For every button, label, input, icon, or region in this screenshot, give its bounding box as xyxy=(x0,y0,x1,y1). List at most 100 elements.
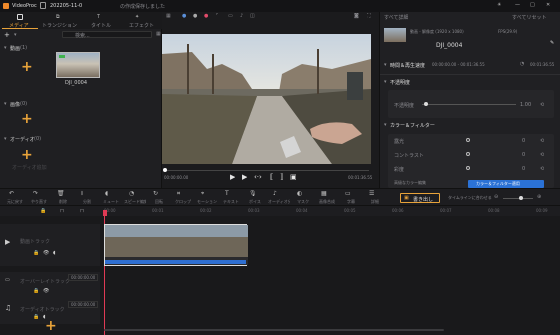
color-edit-link[interactable]: 高級なカラー編集 xyxy=(394,180,426,186)
color-row-value-1[interactable]: 0 xyxy=(522,152,525,158)
toolbar-icon-6[interactable]: ↻ xyxy=(153,190,158,197)
safe-area-icon[interactable]: ▭ xyxy=(228,13,233,19)
video-clip[interactable] xyxy=(104,224,248,266)
preview-progress-knob[interactable] xyxy=(163,168,167,172)
video-frame[interactable] xyxy=(162,34,371,164)
timeline-scrollbar[interactable] xyxy=(104,329,444,331)
tab-effect[interactable]: ✦ エフェクト xyxy=(120,12,160,29)
sun-icon[interactable]: ☀ xyxy=(497,2,501,8)
timeline-ruler[interactable]: 🔒 ⊓ ⊓ 00:00 00:01 00:02 00:03 00:04 00:05 00:0… xyxy=(0,206,560,216)
add-track-button[interactable]: + xyxy=(45,319,57,333)
reset-icon[interactable]: ⟲ xyxy=(540,152,544,158)
speed-icon[interactable]: ◔ xyxy=(520,61,524,67)
chevron-down-icon[interactable]: ▾ xyxy=(4,101,7,107)
add-video-button[interactable]: + xyxy=(21,60,33,74)
record-icon[interactable]: ● xyxy=(204,13,208,19)
video-clip-thumbs xyxy=(105,225,248,265)
toolbar-icon-11[interactable]: ♪ xyxy=(273,190,277,197)
add-audio-button[interactable]: + xyxy=(21,148,33,162)
export-button[interactable]: ▣ 書き出し xyxy=(400,193,440,203)
toolbar-icon-4[interactable]: ◖ xyxy=(105,190,108,197)
reset-all-label[interactable]: すべてリセット xyxy=(512,14,546,21)
lock-icon[interactable]: 🔒 xyxy=(33,250,39,256)
chevron-down-icon[interactable]: ▾ xyxy=(4,136,7,142)
preview-progress-bar[interactable] xyxy=(164,170,369,171)
info-thumbnail xyxy=(384,28,406,42)
eye-icon[interactable]: 👁 xyxy=(43,250,49,256)
zoom-slider-knob[interactable] xyxy=(519,196,523,200)
zoom-slider[interactable] xyxy=(503,198,533,199)
play-icon[interactable]: ▶ xyxy=(230,173,235,181)
export-settings-label[interactable]: すべて詳細 xyxy=(384,14,408,21)
ratio-icon[interactable]: ◫ xyxy=(250,13,255,19)
opacity-slider-knob[interactable] xyxy=(424,102,428,106)
lock-icon[interactable]: 🔒 xyxy=(33,288,39,294)
color-row-value-2[interactable]: 0 xyxy=(522,166,525,172)
project-name[interactable]: 202205-11-0 xyxy=(50,3,82,9)
mark-out-icon[interactable]: ⟧ xyxy=(280,173,283,181)
lock-icon[interactable]: 🔒 xyxy=(33,314,39,320)
edit-clip-icon[interactable]: ✎ xyxy=(550,40,554,46)
color-row-value-0[interactable]: 0 xyxy=(522,138,525,144)
toolbar-icon-15[interactable]: ☰ xyxy=(369,190,374,197)
link-icon[interactable]: ⊓ xyxy=(80,208,84,214)
saturation-slider-knob[interactable] xyxy=(466,166,470,170)
eye-icon[interactable]: 👁 xyxy=(43,288,49,294)
maximize-icon[interactable]: □ xyxy=(530,2,535,8)
fit-timeline-label[interactable]: タイムラインに合わせる xyxy=(448,195,492,201)
minimize-icon[interactable]: — xyxy=(515,2,520,8)
apply-color-button[interactable]: カラー＆フィルター適用 xyxy=(468,180,544,188)
snap-icon[interactable]: ● xyxy=(182,13,186,19)
chevron-down-icon[interactable]: ▾ xyxy=(384,62,387,68)
prev-frame-icon[interactable]: ‹·› xyxy=(254,173,262,181)
fullscreen-icon[interactable]: ⛶ xyxy=(367,13,371,19)
tab-title[interactable]: T タイトル xyxy=(82,12,118,29)
stop-icon[interactable]: ▶ xyxy=(242,173,247,181)
magnet-icon[interactable]: ⊓ xyxy=(60,208,64,214)
tab-transition[interactable]: ⧉ トランジション xyxy=(40,12,80,29)
reset-icon[interactable]: ⟲ xyxy=(540,166,544,172)
chevron-down-icon[interactable]: ▾ xyxy=(14,32,17,38)
toolbar-icon-8[interactable]: ⌖ xyxy=(201,190,204,198)
mute-icon[interactable]: ◖ xyxy=(53,250,56,256)
reset-icon[interactable]: ⟲ xyxy=(540,138,544,144)
opacity-value[interactable]: 1.00 xyxy=(520,102,531,108)
toolbar-icon-12[interactable]: ◐ xyxy=(297,190,302,197)
chevron-down-icon[interactable]: ▾ xyxy=(4,45,7,51)
tab-media[interactable]: メディア xyxy=(2,12,38,29)
opacity-slider[interactable] xyxy=(422,104,516,105)
clip-thumbnail[interactable] xyxy=(56,52,100,78)
zoom-in-icon[interactable]: ⊕ xyxy=(537,194,541,200)
reset-icon[interactable]: ⟲ xyxy=(540,102,544,108)
chevron-down-icon[interactable]: ▾ xyxy=(384,122,387,128)
toolbar-icon-10[interactable]: 🎙 xyxy=(249,190,257,197)
grid-view-icon[interactable]: ▦ xyxy=(156,31,161,37)
snapshot-icon[interactable]: ▣ xyxy=(290,173,297,181)
camera-icon[interactable]: ◙ xyxy=(354,13,359,19)
exposure-slider-knob[interactable] xyxy=(466,138,470,142)
opacity-label: 不透明度 xyxy=(394,103,415,109)
lock-icon[interactable]: 🔒 xyxy=(40,208,46,214)
toolbar-icon-13[interactable]: ▦ xyxy=(321,190,327,197)
grid-icon[interactable]: ▦ xyxy=(166,13,171,19)
contrast-slider-knob[interactable] xyxy=(466,152,470,156)
toolbar-icon-2[interactable]: 🗑 xyxy=(57,190,65,197)
toolbar-icon-9[interactable]: T xyxy=(225,190,229,197)
add-image-button[interactable]: + xyxy=(21,112,33,126)
toolbar-icon-14[interactable]: ▭ xyxy=(345,190,351,197)
close-icon[interactable]: ✕ xyxy=(546,2,550,8)
toolbar-icon-1[interactable]: ↷ xyxy=(33,190,38,197)
guide-icon[interactable]: ● xyxy=(193,13,197,19)
toolbar-icon-7[interactable]: ⌗ xyxy=(177,190,180,198)
zoom-out-icon[interactable]: ⊖ xyxy=(494,194,498,200)
search-input[interactable]: 検索... xyxy=(62,31,152,39)
toolbar-icon-3[interactable]: ⧚ xyxy=(81,190,83,198)
timeline-panel: 🔒 ⊓ ⊓ 00:00 00:01 00:02 00:03 00:04 00:05 00:0… xyxy=(0,206,560,335)
mark-in-icon[interactable]: ⟦ xyxy=(270,173,273,181)
add-media-icon[interactable]: + xyxy=(4,31,10,39)
chevron-down-icon[interactable]: ▾ xyxy=(384,79,387,85)
toolbar-icon-0[interactable]: ↶ xyxy=(9,190,14,197)
crop-icon[interactable]: ⌜ xyxy=(216,13,218,19)
audio-icon[interactable]: ♪ xyxy=(240,13,243,19)
toolbar-icon-5[interactable]: ◔ xyxy=(129,190,134,197)
